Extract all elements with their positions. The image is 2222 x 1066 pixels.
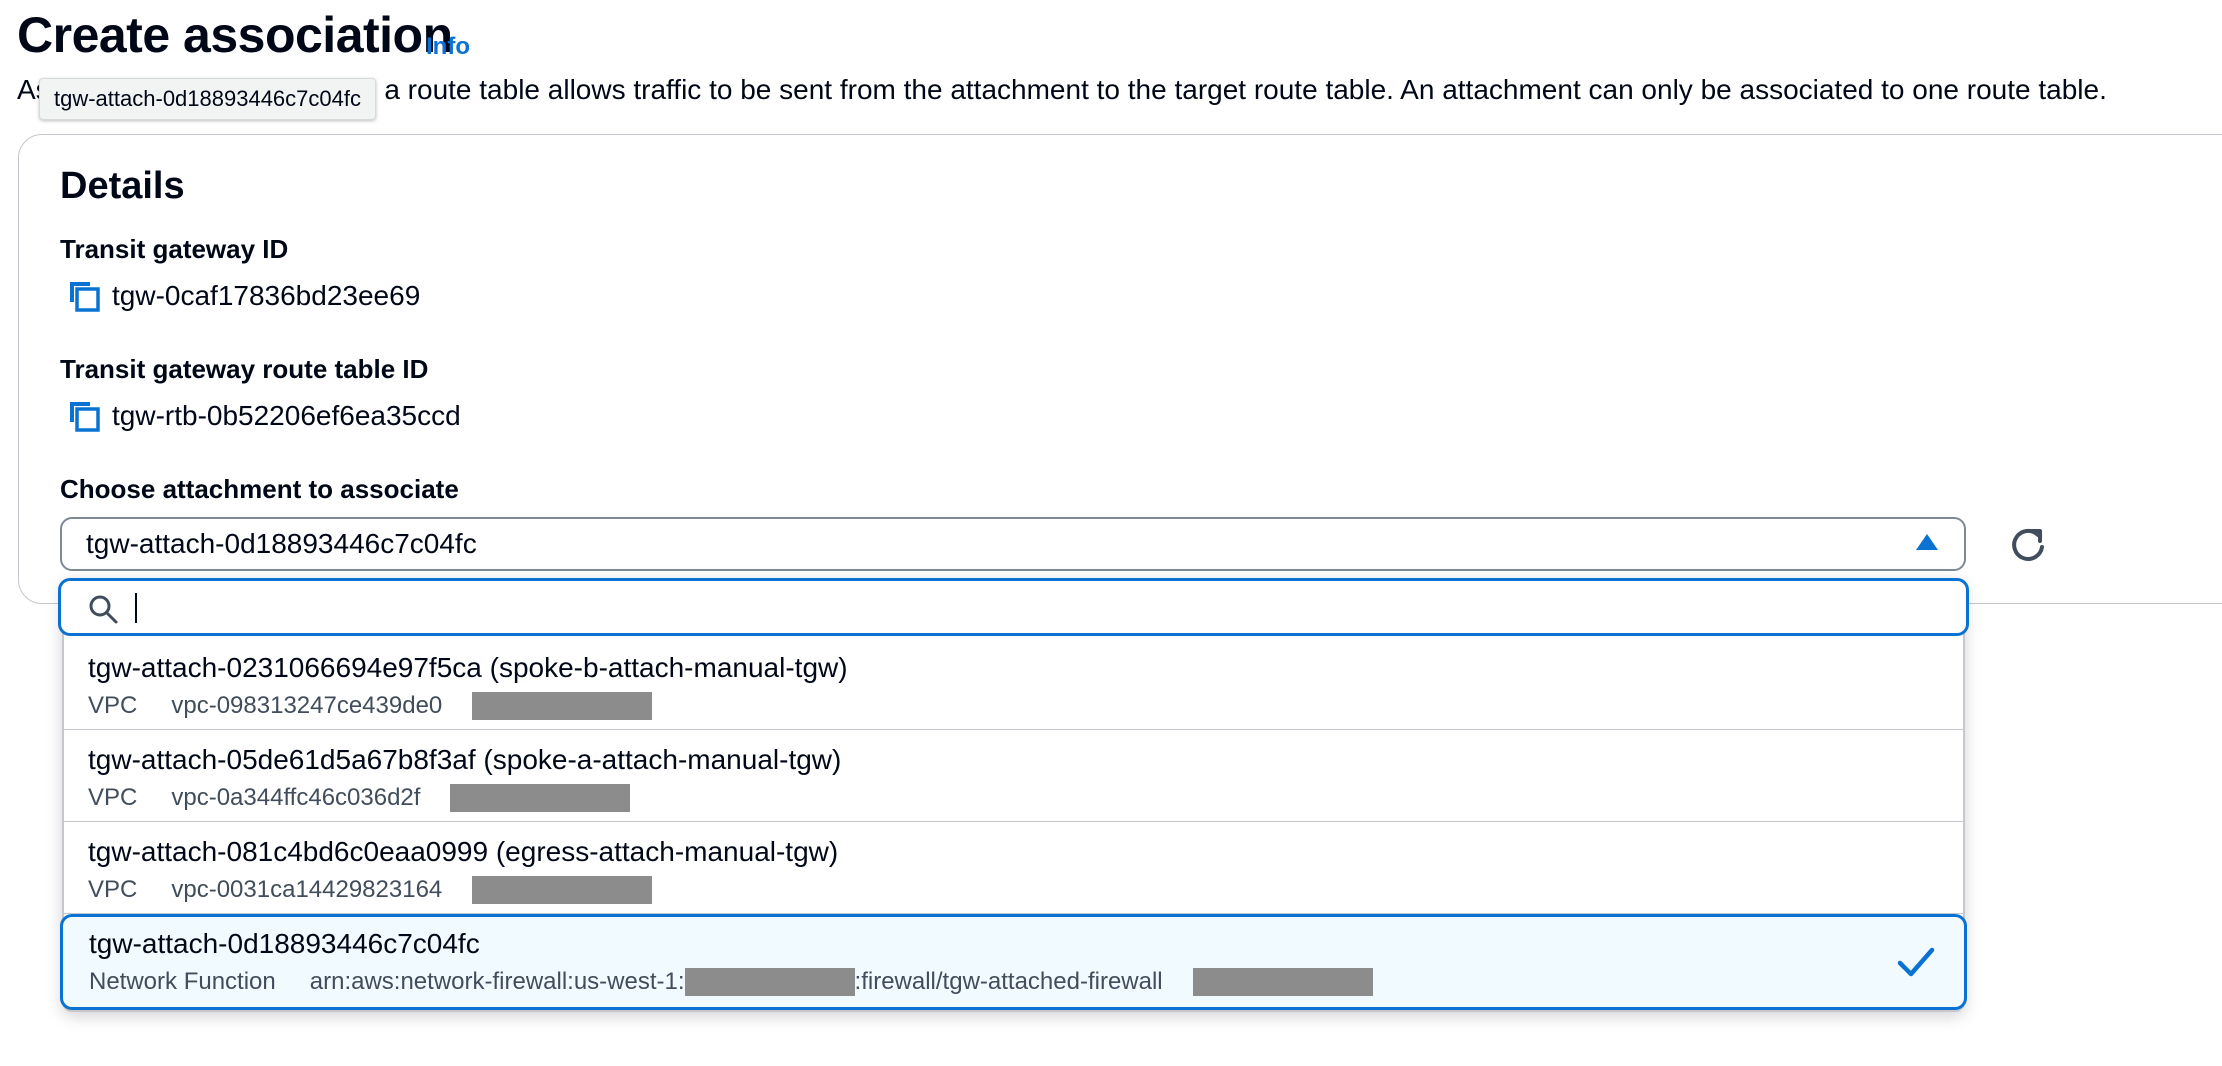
- dropdown-option[interactable]: tgw-attach-0231066694e97f5ca (spoke-b-at…: [62, 638, 1965, 730]
- dropdown-option-selected[interactable]: tgw-attach-0d18893446c7c04fc Network Fun…: [60, 914, 1967, 1010]
- transit-gateway-id-row: tgw-0caf17836bd23ee69: [66, 278, 420, 314]
- copy-icon[interactable]: [66, 278, 102, 314]
- page-title: Create association: [17, 7, 453, 63]
- copy-icon[interactable]: [66, 398, 102, 434]
- dropdown-option[interactable]: tgw-attach-081c4bd6c0eaa0999 (egress-att…: [62, 822, 1965, 914]
- info-link[interactable]: Info: [426, 33, 470, 61]
- redacted-block: [450, 784, 631, 812]
- option-title: tgw-attach-0231066694e97f5ca (spoke-b-at…: [88, 652, 848, 683]
- option-type: VPC: [88, 876, 138, 903]
- option-resource-suffix: :firewall/tgw-attached-firewall: [854, 968, 1163, 995]
- option-details: VPC vpc-0a344ffc46c036d2f: [88, 784, 631, 812]
- redacted-block: [1192, 968, 1373, 996]
- transit-gateway-id-label: Transit gateway ID: [60, 234, 289, 264]
- redacted-block: [684, 968, 855, 996]
- option-details: VPC vpc-098313247ce439de0: [88, 692, 653, 720]
- check-icon: [1897, 947, 1935, 977]
- route-table-id-label: Transit gateway route table ID: [60, 354, 429, 384]
- option-type: VPC: [88, 692, 138, 719]
- tooltip: tgw-attach-0d18893446c7c04fc: [39, 78, 376, 120]
- option-title: tgw-attach-0d18893446c7c04fc: [89, 928, 480, 959]
- option-title: tgw-attach-081c4bd6c0eaa0999 (egress-att…: [88, 836, 839, 867]
- search-input[interactable]: [58, 578, 1969, 636]
- caret-up-icon: [1916, 534, 1938, 550]
- option-details: Network Function arn:aws:network-firewal…: [89, 968, 1373, 996]
- attachment-label: Choose attachment to associate: [60, 474, 459, 504]
- attachment-select-value: tgw-attach-0d18893446c7c04fc: [86, 528, 477, 559]
- attachment-select[interactable]: tgw-attach-0d18893446c7c04fc: [60, 517, 1966, 571]
- route-table-id-row: tgw-rtb-0b52206ef6ea35ccd: [66, 398, 461, 434]
- refresh-icon[interactable]: [2008, 525, 2048, 565]
- details-heading: Details: [60, 165, 185, 207]
- transit-gateway-id-value: tgw-0caf17836bd23ee69: [112, 280, 421, 311]
- dropdown-option[interactable]: tgw-attach-05de61d5a67b8f3af (spoke-a-at…: [62, 730, 1965, 822]
- option-resource: vpc-098313247ce439de0: [171, 692, 443, 719]
- route-table-id-value: tgw-rtb-0b52206ef6ea35ccd: [112, 400, 461, 431]
- option-title: tgw-attach-05de61d5a67b8f3af (spoke-a-at…: [88, 744, 842, 775]
- redacted-block: [472, 692, 653, 720]
- option-resource-prefix: arn:aws:network-firewall:us-west-1:: [309, 968, 685, 995]
- search-icon: [89, 595, 118, 624]
- redacted-block: [472, 876, 653, 904]
- option-resource: vpc-0a344ffc46c036d2f: [171, 784, 421, 811]
- text-cursor: [135, 593, 137, 623]
- option-type: Network Function: [89, 968, 276, 995]
- option-resource: vpc-0031ca14429823164: [171, 876, 443, 903]
- option-details: VPC vpc-0031ca14429823164: [88, 876, 653, 904]
- option-type: VPC: [88, 784, 138, 811]
